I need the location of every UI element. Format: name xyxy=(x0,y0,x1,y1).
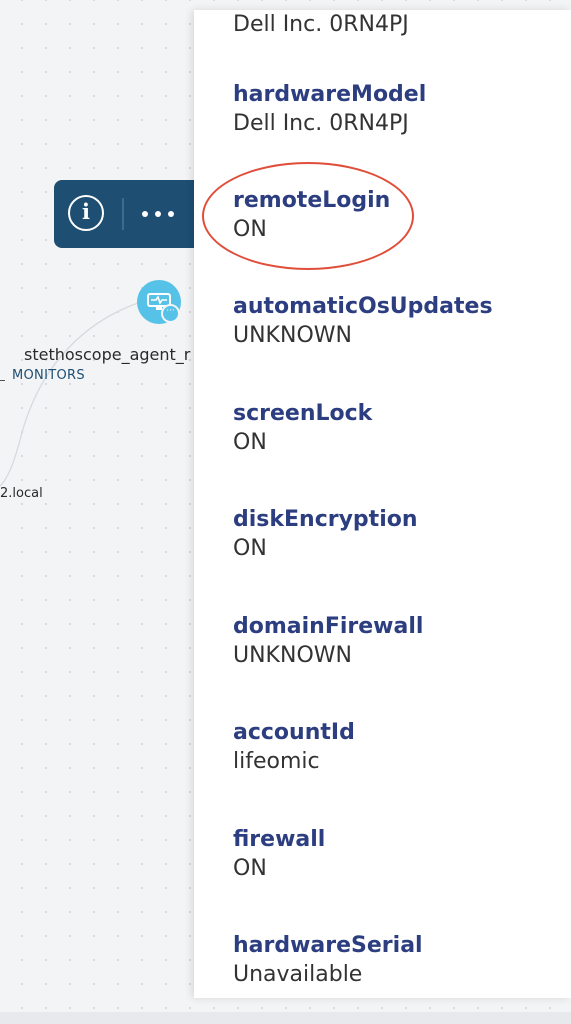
field-account-id: accountId lifeomic xyxy=(233,720,355,774)
info-icon[interactable]: i xyxy=(68,195,104,231)
field-value: Dell Inc. 0RN4PJ xyxy=(233,111,409,136)
field-disk-encryption: diskEncryption ON xyxy=(233,507,418,561)
graph-canvas[interactable]: i ··· stethoscope_agent_r MONITORS 2.loc… xyxy=(0,0,214,1024)
field-value: ON xyxy=(233,217,267,242)
field-value: ON xyxy=(233,430,267,455)
node-toolbar: i xyxy=(54,180,214,248)
field-screen-lock: screenLock ON xyxy=(233,401,372,455)
field-domain-firewall: domainFirewall UNKNOWN xyxy=(233,614,423,668)
field-value: UNKNOWN xyxy=(233,643,352,668)
edge-stub xyxy=(0,380,5,381)
field-remote-login: remoteLogin ON xyxy=(233,188,390,242)
field-value: Unavailable xyxy=(233,962,363,987)
properties-panel[interactable]: Dell Inc. 0RN4PJ hardwareModel Dell Inc.… xyxy=(194,10,571,998)
field-key: automaticOsUpdates xyxy=(233,294,493,319)
field-key: diskEncryption xyxy=(233,507,418,532)
field-key: accountId xyxy=(233,720,355,745)
field-firewall: firewall ON xyxy=(233,827,325,881)
node-more-badge: ··· xyxy=(161,304,180,323)
field-value: Dell Inc. 0RN4PJ xyxy=(233,12,409,37)
more-horizontal-icon[interactable] xyxy=(138,202,182,226)
field-key: remoteLogin xyxy=(233,188,391,213)
field-key: hardwareModel xyxy=(233,82,427,107)
field-key: hardwareSerial xyxy=(233,933,423,958)
bottom-scrollbar[interactable] xyxy=(0,1012,571,1024)
toolbar-divider xyxy=(122,198,124,230)
field-value: lifeomic xyxy=(233,749,320,774)
graph-edges xyxy=(0,302,139,487)
host-node-label: 2.local xyxy=(0,486,43,501)
field-value: ON xyxy=(233,856,267,881)
field-hardware-model: hardwareModel Dell Inc. 0RN4PJ xyxy=(233,82,426,136)
field-key: screenLock xyxy=(233,401,373,426)
field-key: domainFirewall xyxy=(233,614,424,639)
field-value: UNKNOWN xyxy=(233,323,352,348)
field-key: firewall xyxy=(233,827,326,852)
edge-label: MONITORS xyxy=(12,368,85,383)
field-value: ON xyxy=(233,536,267,561)
agent-node[interactable]: ··· xyxy=(137,280,181,324)
node-label: stethoscope_agent_r xyxy=(24,345,191,364)
field-hardware-serial: hardwareSerial Unavailable xyxy=(233,933,423,987)
field-automatic-os-updates: automaticOsUpdates UNKNOWN xyxy=(233,294,493,348)
